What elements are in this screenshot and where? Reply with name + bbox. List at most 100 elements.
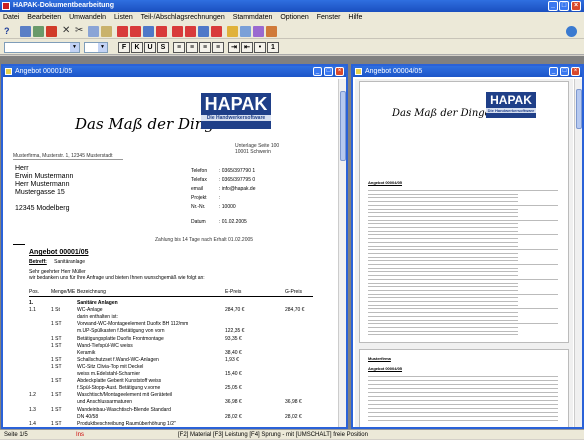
- font-select[interactable]: ▼: [4, 42, 80, 53]
- table-cell: Wandeinbau-Waschtisch-Blende Standard: [77, 406, 171, 413]
- window-2-title: Angebot 00004/05: [365, 68, 423, 75]
- align-left-button[interactable]: ≡: [173, 42, 185, 53]
- table-cell: weiss m.Edelstahl-Scharnier: [77, 371, 141, 377]
- paste-icon[interactable]: [101, 26, 112, 37]
- table-cell: WC-Sitz Clivia-Top mit Deckel: [77, 363, 144, 370]
- window-1-maximize[interactable]: □: [324, 67, 333, 76]
- header-gpreis: G-Preis: [285, 289, 302, 295]
- window-2-maximize[interactable]: □: [560, 67, 569, 76]
- contact-block: Telefon: 0365/397790 1 Telefax: 0365/397…: [191, 168, 256, 225]
- address-line: Herr: [15, 165, 29, 172]
- app-title-bar: HAPAK-Dokumentbearbeitung _ □ ×: [0, 0, 584, 12]
- bold-button[interactable]: F: [118, 42, 130, 53]
- preview-heading-2: Musterfirma: [368, 356, 391, 361]
- window-2-close[interactable]: ×: [571, 67, 580, 76]
- address-line: [15, 197, 73, 205]
- document-window-1[interactable]: Angebot 00001/05 _ □ × Das Maß der Dinge…: [1, 64, 348, 429]
- close-button[interactable]: ×: [571, 1, 581, 11]
- document-heading: Angebot 00001/05: [29, 249, 89, 256]
- table-cell: Betätigungsplatte Duofix Frontmontage: [77, 335, 164, 342]
- copy-icon[interactable]: [88, 26, 99, 37]
- table-cell: WC-Anlage: [77, 307, 103, 314]
- strike-button[interactable]: S: [157, 42, 169, 53]
- table-cell: 1.1: [29, 307, 36, 314]
- text-c-icon[interactable]: [143, 26, 154, 37]
- text-d2-icon[interactable]: [211, 26, 222, 37]
- app-title: HAPAK-Dokumentbearbeitung: [13, 2, 114, 9]
- grid-icon[interactable]: [33, 26, 44, 37]
- table-cell: Produktbeschreibung Raumüberhöhung 1/2": [77, 420, 176, 427]
- header-pos: Pos.: [29, 289, 40, 295]
- text-a2-icon[interactable]: [172, 26, 183, 37]
- scissors-icon[interactable]: ✂: [75, 26, 86, 37]
- table-cell: 1 St: [51, 307, 60, 314]
- minimize-button[interactable]: _: [548, 1, 558, 11]
- address-line: Mustergasse 15: [15, 189, 65, 196]
- help-icon[interactable]: ?: [4, 26, 15, 37]
- indent-button[interactable]: ⇥: [228, 42, 240, 53]
- menu-fenster[interactable]: Fenster: [314, 12, 344, 23]
- intro-text: wir bedanken uns für Ihre Anfrage und bi…: [29, 275, 205, 281]
- document-window-2[interactable]: Angebot 00004/05 _ □ × Das Maß der Dinge…: [351, 64, 584, 429]
- table-cell: Keramik: [77, 349, 96, 356]
- stop-icon[interactable]: [46, 26, 57, 37]
- header-epreis: E-Preis: [225, 289, 242, 295]
- exit-icon[interactable]: [566, 26, 577, 37]
- table-cell: 28,02 €: [225, 413, 242, 420]
- document-page-1[interactable]: Das Maß der Dinge HAPAK Die Handwerkerso…: [5, 79, 337, 427]
- window-2-minimize[interactable]: _: [549, 67, 558, 76]
- window-1-close[interactable]: ×: [335, 67, 344, 76]
- address-line: 12345 Modelberg: [15, 205, 70, 212]
- app-icon: [2, 2, 10, 10]
- text-d-icon[interactable]: [156, 26, 167, 37]
- menu-hilfe[interactable]: Hilfe: [345, 12, 365, 23]
- table-cell: 1 ST: [51, 342, 62, 349]
- italic-button[interactable]: K: [131, 42, 143, 53]
- maximize-button[interactable]: □: [559, 1, 569, 11]
- text-c2-icon[interactable]: [198, 26, 209, 37]
- menu-bearbeiten[interactable]: Bearbeiten: [24, 12, 64, 23]
- address-line: Herr Mustermann: [15, 181, 70, 188]
- menu-stammdaten[interactable]: Stammdaten: [230, 12, 276, 23]
- text-a-icon[interactable]: [117, 26, 128, 37]
- menu-listen[interactable]: Listen: [111, 12, 136, 23]
- contact-value: 0365/397795 0: [221, 177, 256, 183]
- window-2-title-bar[interactable]: Angebot 00004/05 _ □ ×: [353, 66, 582, 77]
- menu-optionen[interactable]: Optionen: [277, 12, 311, 23]
- window-1-minimize[interactable]: _: [313, 67, 322, 76]
- window-2-scrollbar[interactable]: [574, 79, 582, 427]
- list-number-button[interactable]: 1: [267, 42, 279, 53]
- logo-tagline: Die Handwerkersoftware: [486, 108, 536, 113]
- print-icon[interactable]: [253, 26, 264, 37]
- menu-umwandeln[interactable]: Umwandeln: [66, 12, 109, 23]
- menu-teilrechnungen[interactable]: Teil-/Abschlagsrechnungen: [138, 12, 228, 23]
- underline-button[interactable]: U: [144, 42, 156, 53]
- logo-tagline: Die Handwerkersoftware: [201, 115, 271, 121]
- menu-datei[interactable]: Datei: [0, 12, 22, 23]
- address-block: Herr Erwin Mustermann Herr Mustermann Mu…: [15, 165, 73, 213]
- cut-icon[interactable]: ✕: [62, 26, 73, 37]
- text-b-icon[interactable]: [130, 26, 141, 37]
- document-preview-2[interactable]: Das Maß der Dinge HAPAK Die Handwerkerso…: [355, 79, 573, 427]
- scroll-thumb[interactable]: [340, 91, 346, 161]
- justify-button[interactable]: ≡: [212, 42, 224, 53]
- table-cell: m.UP-Spülkasten f.Betätigung von vorn: [77, 328, 165, 335]
- table-cell: 1 ST: [51, 321, 62, 328]
- list-icon[interactable]: [20, 26, 31, 37]
- outdent-button[interactable]: ⇤: [241, 42, 253, 53]
- scroll-thumb[interactable]: [576, 89, 582, 129]
- list-bullet-button[interactable]: •: [254, 42, 266, 53]
- contact-value: info@hapak.de: [221, 186, 256, 192]
- window-1-scrollbar[interactable]: [338, 79, 346, 427]
- flag-icon[interactable]: [227, 26, 238, 37]
- calc-icon[interactable]: [240, 26, 251, 37]
- table-cell: 1.2: [29, 392, 36, 399]
- preview-heading-3: Angebot 00004/05: [368, 366, 403, 371]
- align-right-button[interactable]: ≡: [199, 42, 211, 53]
- gear-icon[interactable]: [266, 26, 277, 37]
- size-select[interactable]: ▼: [84, 42, 108, 53]
- main-toolbar: ? ✕ ✂: [0, 23, 584, 39]
- text-b2-icon[interactable]: [185, 26, 196, 37]
- window-1-title-bar[interactable]: Angebot 00001/05 _ □ ×: [3, 66, 346, 77]
- align-center-button[interactable]: ≡: [186, 42, 198, 53]
